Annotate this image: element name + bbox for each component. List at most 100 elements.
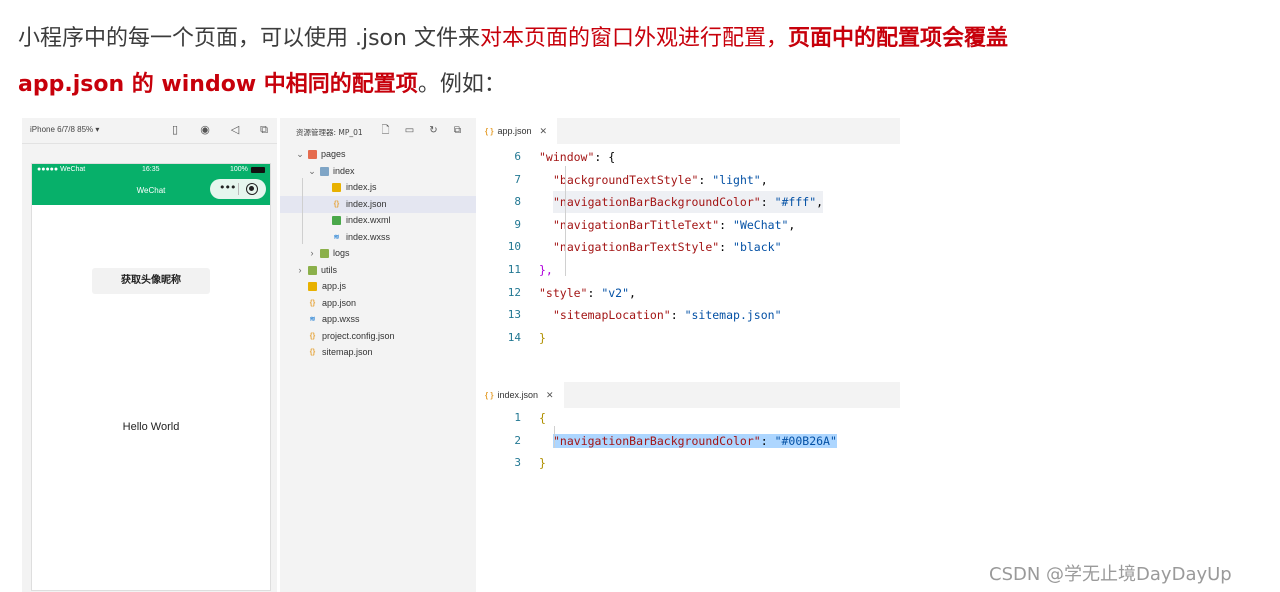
article-text-emphasis: 页面中的配置项会覆盖 xyxy=(787,26,1008,51)
code-line: 1{ xyxy=(477,407,900,429)
close-icon[interactable]: ✕ xyxy=(546,390,554,400)
code-token: : xyxy=(760,195,775,210)
code-text: }, xyxy=(539,259,553,281)
tree-folder[interactable]: › logs xyxy=(280,245,476,262)
editor-tabbar: { } index.json ✕ xyxy=(477,382,900,408)
code-line: 6 "window": { xyxy=(477,146,900,168)
phone-icon[interactable]: ▯ xyxy=(168,123,182,137)
more-icon[interactable]: ••• xyxy=(219,181,236,195)
tree-folder[interactable]: ⌄ pages xyxy=(280,146,476,163)
folder-icon xyxy=(320,166,329,176)
code-text: "backgroundTextStyle": "light", xyxy=(553,169,768,191)
tab-app-json[interactable]: { } app.json ✕ xyxy=(477,118,558,144)
close-icon[interactable]: ✕ xyxy=(539,126,547,136)
code-token: : xyxy=(587,285,602,300)
code-line: 11}, xyxy=(477,259,900,281)
code-line: 14} xyxy=(477,327,900,349)
window-icon[interactable]: ⧉ xyxy=(257,123,271,137)
line-number: 11 xyxy=(507,263,521,276)
article-text-plain: 小程序中的每一个页面，可以使用 .json 文件来 xyxy=(18,26,480,51)
editor-tabbar: { } app.json ✕ xyxy=(477,118,900,144)
chevron-down-icon[interactable]: ⌄ xyxy=(296,146,304,163)
tree-item-label: project.config.json xyxy=(322,330,395,341)
tree-file[interactable]: index.js xyxy=(280,179,476,196)
json-key: "sitemapLocation" xyxy=(553,308,671,323)
line-number: 14 xyxy=(507,330,521,344)
tree-file[interactable]: {} app.json xyxy=(280,295,476,312)
tree-item-label: sitemap.json xyxy=(322,347,373,357)
tree-item-label: app.json xyxy=(322,297,357,308)
tree-file[interactable]: app.js xyxy=(280,278,476,295)
article-paragraph-line-1: 小程序中的每一个页面，可以使用 .json 文件来对本页面的窗口外观进行配置，页… xyxy=(18,24,1008,54)
code-text: "navigationBarTextStyle": "black" xyxy=(553,236,782,258)
tree-file[interactable]: {} index.json xyxy=(280,195,476,213)
tree-indent-guide xyxy=(302,178,303,244)
article-text-emphasis: app.json 的 window 中相同的配置项 xyxy=(18,72,418,97)
code-line: 8 "navigationBarBackgroundColor": "#fff", xyxy=(477,191,900,214)
wxss-icon: ≋ xyxy=(309,316,316,323)
json-value: "#fff" xyxy=(774,195,817,210)
json-icon: {} xyxy=(309,299,316,307)
record-icon[interactable]: ◉ xyxy=(198,123,212,137)
tree-folder[interactable]: ⌄ index xyxy=(280,163,476,180)
json-key: "backgroundTextStyle" xyxy=(553,172,699,187)
tree-folder[interactable]: › utils xyxy=(280,262,476,279)
tab-index-json[interactable]: { } index.json ✕ xyxy=(477,382,564,408)
folder-icon xyxy=(308,150,317,159)
article-paragraph-line-2: app.json 的 window 中相同的配置项。例如： xyxy=(18,70,506,100)
code-line: 12 "style": "v2", xyxy=(477,282,900,304)
json-icon: {} xyxy=(309,332,316,340)
explorer-header: 资源管理器: MP_01 🗋 ▭ ↻ ⧉ xyxy=(280,118,476,144)
line-number: 2 xyxy=(514,433,521,447)
code-line: 9 "navigationBarTitleText": "WeChat", xyxy=(477,214,900,236)
capsule-menu[interactable]: ••• xyxy=(210,179,266,199)
code-token: : xyxy=(719,240,734,255)
code-line: 3} xyxy=(477,452,900,474)
code-token: }, xyxy=(539,263,553,277)
device-select[interactable]: iPhone 6/7/8 85% ▾ xyxy=(30,125,99,134)
collapse-all-icon[interactable]: ⧉ xyxy=(451,124,464,137)
tree-file[interactable]: {} project.config.json xyxy=(280,328,476,345)
tab-label: index.json xyxy=(497,390,538,400)
indent-guide xyxy=(565,166,566,276)
tree-item-label: index.wxml xyxy=(346,215,391,225)
tree-item-label: pages xyxy=(321,149,346,159)
code-line: 7 "backgroundTextStyle": "light", xyxy=(477,169,900,191)
line-number: 3 xyxy=(514,456,521,470)
simulator-toolbar: iPhone 6/7/8 85% ▾ ▯ ◉ ◁ ⧉ xyxy=(22,118,277,144)
code-token: } xyxy=(539,456,546,471)
new-folder-icon[interactable]: ▭ xyxy=(403,124,416,137)
volume-icon[interactable]: ◁ xyxy=(228,123,242,137)
chevron-down-icon[interactable]: ⌄ xyxy=(308,163,316,180)
json-key: "style" xyxy=(539,285,588,300)
tree-file[interactable]: ≋ app.wxss xyxy=(280,311,476,328)
code-token: : xyxy=(670,308,685,323)
js-icon xyxy=(332,183,341,192)
folder-g-icon xyxy=(308,265,317,275)
code-text: "navigationBarBackgroundColor": "#00B26A… xyxy=(553,430,837,452)
close-miniprogram-icon[interactable] xyxy=(246,183,258,195)
refresh-icon[interactable]: ↻ xyxy=(427,124,440,137)
code-token: , xyxy=(760,172,768,187)
new-file-icon[interactable]: 🗋 xyxy=(379,124,392,137)
watermark: CSDN @学无止境DayDayUp xyxy=(989,564,1232,585)
js-icon xyxy=(308,282,317,291)
code-line: 13 "sitemapLocation": "sitemap.json" xyxy=(477,304,900,326)
capsule-divider xyxy=(238,183,239,195)
editor-app-json: { } app.json ✕ 6 "window": { 7 "backgroundTex… xyxy=(477,118,900,376)
line-number: 10 xyxy=(507,240,521,254)
json-key: "window" xyxy=(539,150,595,164)
tree-file[interactable]: {} sitemap.json xyxy=(280,344,476,361)
tree-file[interactable]: ≋ index.wxss xyxy=(280,229,476,246)
code-token: } xyxy=(539,330,546,345)
line-number: 7 xyxy=(514,172,521,186)
get-profile-button[interactable]: 获取头像昵称 xyxy=(92,268,210,294)
chevron-right-icon[interactable]: › xyxy=(296,262,304,279)
wechat-navigation-bar: ●●●●● WeChat 16:35 100% WeChat ••• xyxy=(32,164,270,205)
tree-item-label: index xyxy=(333,165,355,176)
code-text: "window": { xyxy=(539,146,615,168)
chevron-right-icon[interactable]: › xyxy=(308,245,316,262)
wxss-icon: ≋ xyxy=(333,233,340,241)
line-number: 6 xyxy=(514,150,521,163)
tree-file[interactable]: index.wxml xyxy=(280,212,476,229)
